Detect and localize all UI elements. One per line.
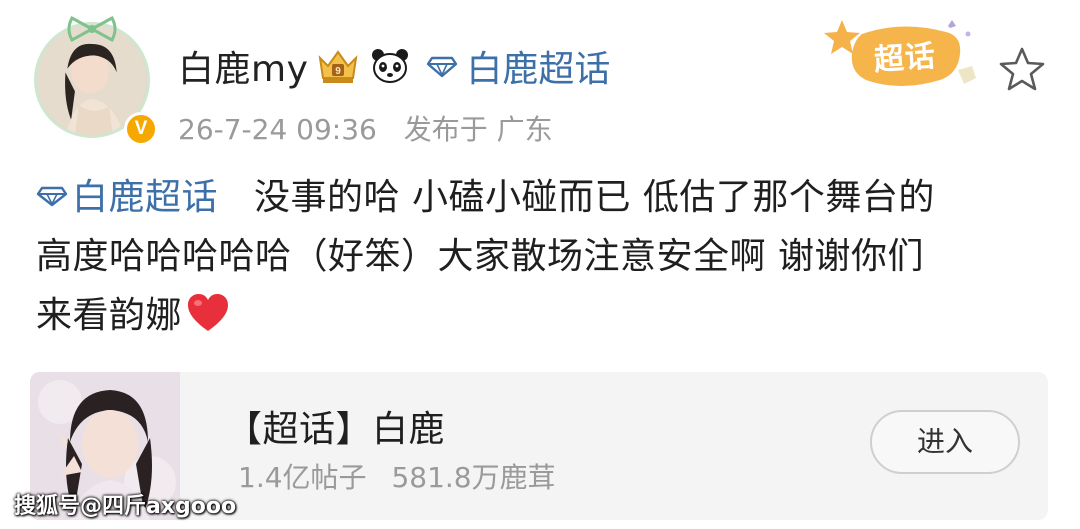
super-topic-card-title: 【超话】白鹿: [226, 409, 446, 450]
post-text-line-1: 没事的哈 小磕小碰而已 低估了那个舞台的: [254, 177, 935, 218]
verified-badge-icon: V: [124, 112, 158, 146]
username-row: 白鹿my 9 白鹿超话: [178, 40, 610, 92]
inline-super-topic-link[interactable]: 白鹿超话: [36, 177, 218, 218]
inline-super-topic-label: 白鹿超话: [72, 177, 219, 218]
svg-text:9: 9: [336, 66, 342, 77]
panda-icon[interactable]: [370, 46, 410, 86]
star-favorite-icon[interactable]: [998, 46, 1046, 92]
post-timestamp: 26-7-24 09:36: [178, 113, 377, 146]
post-body: 白鹿超话 没事的哈 小磕小碰而已 低估了那个舞台的 高度哈哈哈哈哈（好笨）大家散场…: [36, 168, 1046, 345]
post-line-1: 白鹿超话 没事的哈 小磕小碰而已 低估了那个舞台的: [36, 168, 1046, 227]
crown-level-badge-icon[interactable]: 9: [316, 46, 360, 86]
inline-diamond-icon: [36, 186, 68, 207]
post-text-line-2: 高度哈哈哈哈哈（好笨）大家散场注意安全啊 谢谢你们: [36, 236, 924, 277]
post-meta: 26-7-24 09:36 发布于 广东: [178, 108, 571, 148]
posts-count: 1.4亿帖子: [238, 461, 367, 494]
chaohua-badge-label: 超话: [872, 38, 938, 79]
bow-decoration-icon: [67, 16, 117, 42]
post-line-3: 来看韵娜: [36, 286, 1046, 345]
post-text-line-3: 来看韵娜: [36, 295, 183, 336]
username[interactable]: 白鹿my: [178, 40, 308, 92]
avatar[interactable]: V: [28, 16, 158, 146]
post-source: 发布于 广东: [403, 113, 553, 146]
followers-count: 581.8万鹿茸: [391, 461, 556, 494]
enter-button[interactable]: 进入: [870, 410, 1020, 474]
heart-emoji-icon: [188, 294, 229, 331]
post-header: V 白鹿my 9 白鹿超话 26-7-24 09:36 发布于 广东 超话: [0, 0, 1080, 160]
super-topic-link[interactable]: 白鹿超话: [466, 40, 610, 92]
super-topic-card-stats: 1.4亿帖子 581.8万鹿茸: [238, 456, 572, 496]
super-topic-diamond-icon: [427, 56, 458, 78]
watermark: 搜狐号@四斤axgooo: [14, 494, 237, 519]
